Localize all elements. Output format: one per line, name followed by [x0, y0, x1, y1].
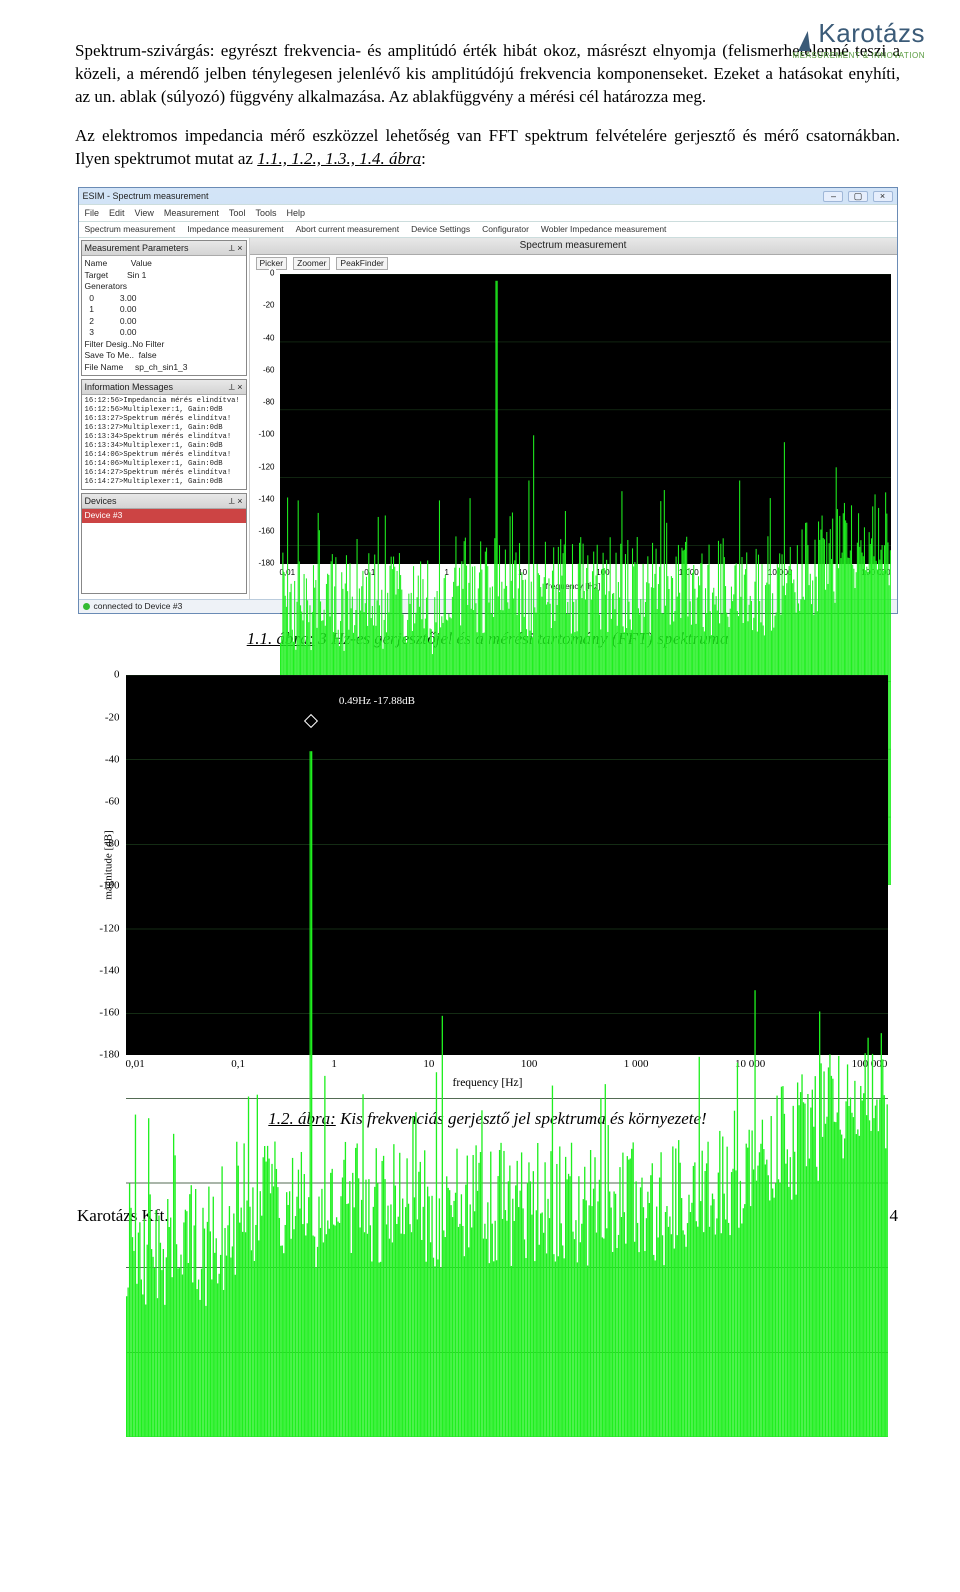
paragraph-2: Az elektromos impedancia mérő eszközzel … — [75, 125, 900, 171]
y-tick: -120 — [99, 921, 119, 936]
y-tick: -80 — [262, 398, 276, 409]
close-icon[interactable]: × — [873, 191, 893, 202]
y-tick: -80 — [105, 837, 120, 852]
menu-item[interactable]: File — [85, 207, 100, 219]
y-tick: -180 — [99, 1048, 119, 1063]
y-tick: -140 — [99, 963, 119, 978]
paragraph-1: Spektrum-szivárgás: egyrészt frekvencia-… — [75, 40, 900, 109]
y-tick: -40 — [105, 752, 120, 767]
y-tick: -60 — [105, 795, 120, 810]
toolbar-item[interactable]: Impedance measurement — [187, 224, 283, 235]
peak-annotation: 0.49Hz -17.88dB — [339, 694, 415, 709]
panel-title: Devices — [85, 495, 117, 507]
menu-item[interactable]: Measurement — [164, 207, 219, 219]
chart-tools: Picker Zoomer PeakFinder — [250, 255, 897, 272]
footer-page-number: 4 — [890, 1205, 899, 1228]
menu-item[interactable]: Help — [286, 207, 305, 219]
fig-2-plot-wrap: magnitude [dB] 0-20-40-60-80-100-120-140… — [78, 675, 898, 1093]
chart-tool[interactable]: PeakFinder — [336, 257, 387, 270]
logo-tagline: MEASUREMENT & INNOVATION — [793, 51, 925, 62]
y-tick: -140 — [257, 494, 275, 505]
y-tick: -40 — [262, 333, 276, 344]
y-tick: 0 — [269, 269, 275, 280]
toolbar-item[interactable]: Device Settings — [411, 224, 470, 235]
menu-item[interactable]: Tools — [255, 207, 276, 219]
y-tick: -100 — [99, 879, 119, 894]
menu-item[interactable]: Tool — [229, 207, 246, 219]
menubar: File Edit View Measurement Tool Tools He… — [79, 204, 897, 222]
chart-title: Spectrum measurement — [250, 238, 897, 255]
status-dot-icon — [83, 603, 90, 610]
logo-mark-icon — [798, 31, 814, 51]
spectrum-plot-1: 0-20-40-60-80-100-120-140-160-180 — [280, 274, 891, 564]
brand-logo: Karotázs MEASUREMENT & INNOVATION — [793, 16, 925, 62]
y-tick: 0 — [114, 668, 120, 683]
window-title: ESIM - Spectrum measurement — [83, 190, 209, 202]
toolbar-item[interactable]: Abort current measurement — [296, 224, 399, 235]
devices-panel: Devices ⟂ × Device #3 — [81, 493, 247, 594]
toolbar-item[interactable]: Configurator — [482, 224, 529, 235]
maximize-icon[interactable]: ▢ — [848, 191, 868, 202]
panel-pin-icon[interactable]: ⟂ × — [229, 495, 243, 507]
paragraph-2b: : — [421, 149, 426, 168]
measurement-parameters-panel: Measurement Parameters ⟂ × Name Value Tar… — [81, 240, 247, 376]
y-tick: -20 — [105, 710, 120, 725]
panel-title: Measurement Parameters — [85, 242, 189, 254]
y-tick: -20 — [262, 301, 276, 312]
paragraph-2a: Az elektromos impedancia mérő eszközzel … — [75, 126, 900, 168]
device-item[interactable]: Device #3 — [82, 509, 246, 522]
y-tick: -120 — [257, 462, 275, 473]
toolbar-item[interactable]: Wobler Impedance measurement — [541, 224, 667, 235]
window-controls: – ▢ × — [821, 190, 892, 202]
logo-text: Karotázs — [818, 18, 925, 48]
y-tick: -160 — [99, 1006, 119, 1021]
y-tick: -100 — [257, 430, 275, 441]
y-tick: -160 — [257, 527, 275, 538]
toolbar-item[interactable]: Spectrum measurement — [85, 224, 176, 235]
panel-title: Information Messages — [85, 381, 174, 393]
params-table: Name Value Target Sin 1 Generators 0 3.0… — [82, 256, 246, 375]
panel-pin-icon[interactable]: ⟂ × — [229, 381, 243, 393]
information-messages-panel: Information Messages ⟂ × 16:12:56>Impedan… — [81, 379, 247, 490]
panel-pin-icon[interactable]: ⟂ × — [229, 242, 243, 254]
menu-item[interactable]: Edit — [109, 207, 125, 219]
minimize-icon[interactable]: – — [823, 191, 843, 202]
status-text: connected to Device #3 — [94, 601, 183, 612]
chart-tool[interactable]: Zoomer — [293, 257, 330, 270]
y-tick: -60 — [262, 366, 276, 377]
y-tick: -180 — [257, 559, 275, 570]
fig-ref-links: 1.1., 1.2., 1.3., 1.4. ábra — [257, 149, 421, 168]
fig-1-screenshot: ESIM - Spectrum measurement – ▢ × File E… — [78, 187, 898, 615]
toolbar: Spectrum measurement Impedance measureme… — [79, 222, 897, 238]
info-log: 16:12:56>Impedancia mérés elindítva! 16:… — [82, 395, 246, 489]
menu-item[interactable]: View — [135, 207, 154, 219]
spectrum-plot-2: 0-20-40-60-80-100-120-140-160-180 0.49Hz… — [126, 675, 888, 1055]
